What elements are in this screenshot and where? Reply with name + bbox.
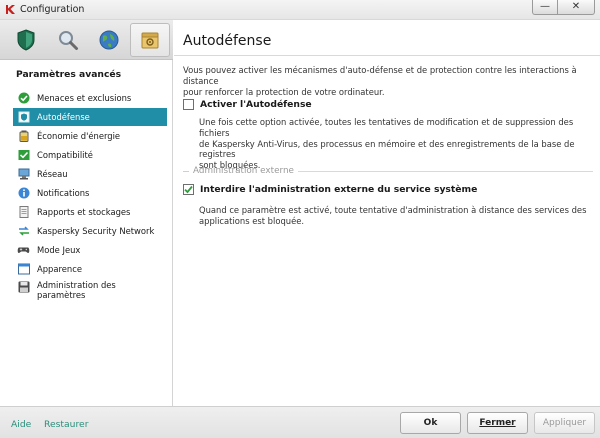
external-admin-checkbox[interactable]	[183, 184, 194, 195]
sidebar-item-game-mode[interactable]: Mode Jeux	[13, 241, 167, 259]
sidebar-item-label: Économie d'énergie	[37, 131, 121, 141]
self-defense-checkbox[interactable]	[183, 99, 194, 110]
content-panel: Autodéfense Vous pouvez activer les méca…	[174, 20, 600, 406]
help-link[interactable]: Aide	[11, 419, 31, 430]
description-line: de Kaspersky Anti-Virus, des processus e…	[199, 138, 575, 160]
sidebar-item-power-saving[interactable]: Économie d'énergie	[13, 127, 167, 145]
close-button[interactable]: Fermer	[467, 412, 528, 434]
sidebar-item-compatibility[interactable]: Compatibilité	[13, 146, 167, 164]
sidebar-item-reports[interactable]: Rapports et stockages	[13, 203, 167, 221]
sidebar-item-ksn[interactable]: Kaspersky Security Network	[13, 222, 167, 240]
sidebar-item-label: Autodéfense	[37, 112, 90, 122]
protection-tab[interactable]	[6, 23, 46, 57]
intro-line: Vous pouvez activer les mécanismes d'aut…	[183, 65, 577, 86]
report-icon	[19, 206, 28, 218]
close-window-button[interactable]: ✕	[557, 0, 595, 15]
shield-icon	[17, 29, 35, 51]
gamepad-icon	[17, 247, 30, 253]
description-line: Quand ce paramètre est activé, toute ten…	[199, 205, 587, 215]
settings-tab[interactable]	[130, 23, 170, 57]
sidebar-item-label: Menaces et exclusions	[37, 93, 132, 103]
sidebar: Paramètres avancés Menaces et exclusions…	[0, 20, 173, 406]
sidebar-title: Paramètres avancés	[16, 69, 122, 80]
ksn-arrows-icon	[18, 226, 29, 236]
intro-line: pour renforcer la protection de votre or…	[183, 86, 385, 97]
section-rule	[297, 170, 593, 172]
sidebar-item-appearance[interactable]: Apparence	[13, 260, 167, 278]
sidebar-item-network[interactable]: Réseau	[13, 165, 167, 183]
sidebar-item-label: Rapports et stockages	[37, 207, 131, 217]
green-check-icon	[18, 92, 29, 104]
sidebar-item-label: Réseau	[37, 169, 68, 179]
ok-button[interactable]: Ok	[400, 412, 461, 434]
compatibility-icon	[18, 150, 29, 160]
title-divider	[174, 55, 600, 56]
minimize-button[interactable]: —	[532, 0, 558, 15]
sidebar-item-settings-admin[interactable]: Administration des paramètres	[13, 278, 167, 304]
description-line: Une fois cette option activée, toutes le…	[199, 117, 574, 138]
intro-text: Vous pouvez activer les mécanismes d'aut…	[183, 65, 593, 97]
sidebar-item-label: Notifications	[37, 188, 90, 198]
sidebar-item-notifications[interactable]: Notifications	[13, 184, 167, 202]
sidebar-item-threats[interactable]: Menaces et exclusions	[13, 89, 167, 107]
section-title: Administration externe	[193, 166, 294, 176]
checkmark-icon	[184, 185, 193, 194]
self-defense-description: Une fois cette option activée, toutes le…	[199, 117, 594, 171]
sidebar-item-label: Apparence	[37, 264, 82, 274]
self-defense-option[interactable]: Activer l'Autodéfense	[183, 99, 312, 110]
apply-button[interactable]: Appliquer	[534, 412, 595, 434]
sidebar-item-self-defense[interactable]: Autodéfense	[13, 108, 167, 126]
info-icon	[18, 187, 29, 199]
globe-icon	[99, 30, 119, 50]
section-heading: Administration externe	[183, 166, 593, 176]
sidebar-item-label: Mode Jeux	[37, 245, 81, 255]
search-icon	[59, 31, 78, 50]
section-icon-bar	[0, 20, 173, 60]
kaspersky-logo-icon	[6, 5, 15, 14]
sidebar-item-label: Compatibilité	[37, 150, 93, 160]
sidebar-item-label: paramètres	[37, 290, 86, 300]
self-defense-icon	[18, 111, 29, 123]
page-title: Autodéfense	[183, 33, 272, 49]
title-bar: Configuration — ✕	[0, 0, 600, 20]
sidebar-item-label: Administration des	[37, 280, 116, 290]
sidebar-item-label: Kaspersky Security Network	[37, 226, 155, 236]
section-dash	[183, 170, 189, 172]
external-admin-description: Quand ce paramètre est activé, toute ten…	[199, 205, 594, 227]
description-line: applications est bloquée.	[199, 215, 305, 226]
restore-link[interactable]: Restaurer	[44, 419, 88, 430]
footer-bar: Aide Restaurer Ok Fermer Appliquer	[0, 406, 600, 438]
external-admin-label: Interdire l'administration externe du se…	[200, 184, 478, 195]
appearance-icon	[17, 263, 30, 275]
settings-box-icon	[141, 32, 159, 49]
external-admin-option[interactable]: Interdire l'administration externe du se…	[183, 184, 477, 195]
self-defense-label: Activer l'Autodéfense	[200, 99, 312, 110]
scan-tab[interactable]	[48, 23, 88, 57]
network-icon	[18, 168, 29, 180]
update-tab[interactable]	[89, 23, 129, 57]
floppy-icon	[18, 281, 29, 292]
battery-icon	[19, 130, 28, 142]
window-title: Configuration	[20, 4, 85, 15]
